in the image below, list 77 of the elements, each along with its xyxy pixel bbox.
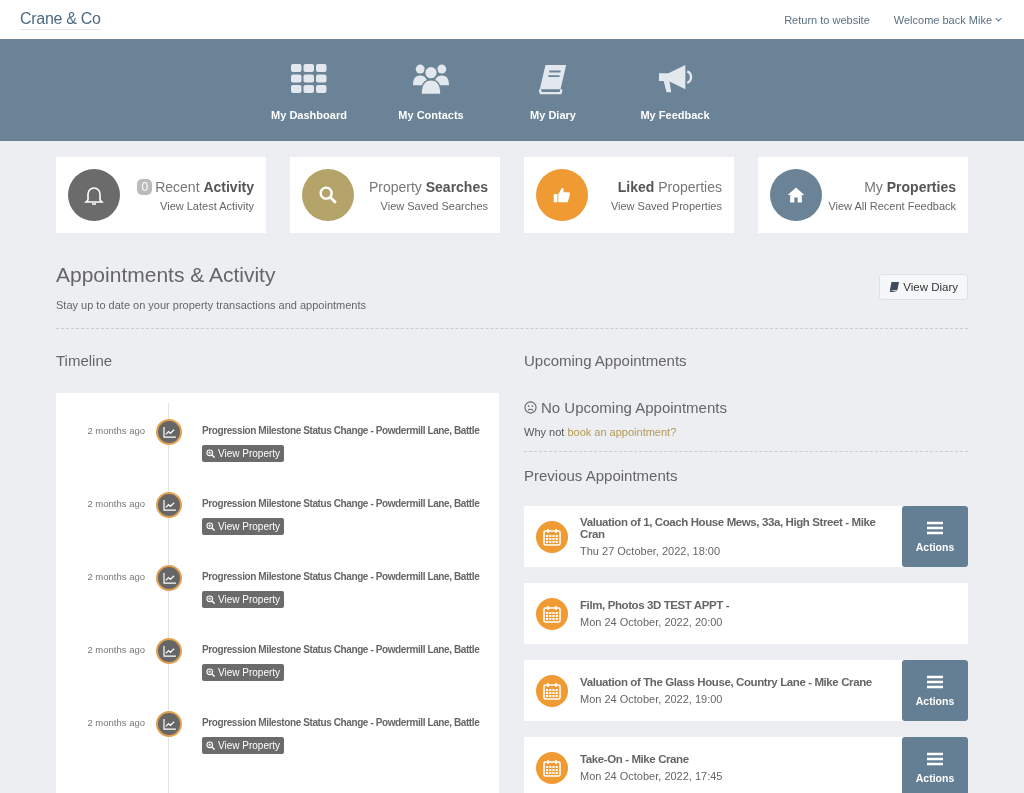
zoom-icon bbox=[206, 668, 215, 677]
timestamp: 2 months ago bbox=[86, 497, 145, 509]
timestamp: 2 months ago bbox=[86, 570, 145, 582]
menu-icon bbox=[927, 674, 943, 689]
count-badge: 0 bbox=[137, 178, 153, 195]
appointment-title: Valuation of 1, Coach House Mews, 33a, High Street - Mike Cran bbox=[580, 516, 877, 540]
card-title: Property Searches bbox=[368, 178, 488, 195]
card-subtitle: View All Recent Feedback bbox=[828, 199, 956, 212]
stat-card[interactable]: Liked Properties View Saved Properties bbox=[524, 157, 734, 233]
caret-icon bbox=[995, 17, 1002, 22]
nav-item[interactable]: My Feedback bbox=[631, 39, 719, 141]
nav-item[interactable]: My Diary bbox=[509, 39, 597, 141]
card-subtitle: View Saved Properties bbox=[610, 199, 722, 212]
appointment-title: Take-On - Mike Crane bbox=[580, 753, 690, 765]
calendar-icon bbox=[536, 674, 568, 707]
previous-heading: Previous Appointments bbox=[524, 467, 679, 484]
calendar-icon bbox=[536, 520, 568, 553]
view-property-button[interactable]: View Property bbox=[202, 664, 285, 681]
timestamp: 2 months ago bbox=[86, 424, 145, 436]
card-title: My Properties bbox=[864, 178, 956, 195]
logo[interactable]: Crane & Co bbox=[20, 9, 101, 30]
stat-card[interactable]: Property Searches View Saved Searches bbox=[290, 157, 500, 233]
zoom-icon bbox=[206, 449, 215, 458]
card-title: Liked Properties bbox=[617, 178, 722, 195]
timestamp: 2 months ago bbox=[86, 716, 145, 728]
prompt-text: Why not bbox=[524, 426, 565, 438]
chart-icon bbox=[156, 492, 182, 518]
card-title: Recent Activity bbox=[155, 178, 254, 195]
stat-card[interactable]: My Properties View All Recent Feedback bbox=[758, 157, 968, 233]
chart-icon bbox=[156, 711, 182, 737]
upcoming-heading: Upcoming Appointments bbox=[524, 352, 688, 369]
timeline-title: Progression Milestone Status Change - Powdermill Lane, Battle bbox=[202, 498, 480, 509]
timeline-title: Progression Milestone Status Change - Powdermill Lane, Battle bbox=[202, 717, 480, 728]
menu-icon bbox=[927, 751, 943, 766]
section-subtitle: Stay up to date on your property transactions and appointments bbox=[56, 299, 367, 311]
appointment-date: Thu 27 October, 2022, 18:00 bbox=[580, 545, 722, 557]
zoom-icon bbox=[206, 741, 215, 750]
appointment-date: Mon 24 October, 2022, 20:00 bbox=[580, 616, 724, 628]
actions-button[interactable]: Actions bbox=[902, 660, 968, 721]
timeline-title: Progression Milestone Status Change - Powdermill Lane, Battle bbox=[202, 425, 480, 436]
section-title: Appointments & Activity bbox=[56, 263, 277, 287]
sad-face-icon bbox=[524, 401, 537, 414]
view-property-button[interactable]: View Property bbox=[202, 445, 285, 462]
timeline-heading: Timeline bbox=[56, 352, 114, 369]
card-subtitle: View Saved Searches bbox=[380, 199, 488, 212]
actions-button[interactable]: Actions bbox=[902, 506, 968, 567]
book-icon bbox=[889, 282, 900, 292]
empty-message: No Upcoming Appointments bbox=[541, 399, 727, 416]
card-subtitle: View Latest Activity bbox=[160, 199, 254, 212]
grid-icon bbox=[291, 63, 327, 95]
nav-item[interactable]: My Dashboard bbox=[265, 39, 353, 141]
appointment-date: Mon 24 October, 2022, 19:00 bbox=[580, 693, 724, 705]
appointment-title: Film, Photos 3D TEST APPT - bbox=[580, 599, 731, 611]
view-property-button[interactable]: View Property bbox=[202, 737, 285, 754]
chart-icon bbox=[156, 419, 182, 445]
calendar-icon bbox=[536, 597, 568, 630]
timestamp: 2 months ago bbox=[86, 643, 145, 655]
user-menu[interactable]: Welcome back Mike bbox=[893, 13, 1002, 26]
zoom-icon bbox=[206, 595, 215, 604]
timeline-title: Progression Milestone Status Change - Powdermill Lane, Battle bbox=[202, 644, 480, 655]
megaphone-icon bbox=[657, 63, 693, 95]
view-property-button[interactable]: View Property bbox=[202, 591, 285, 608]
return-link[interactable]: Return to website bbox=[784, 13, 870, 26]
appointment-title: Valuation of The Glass House, Country Lane - Mike Crane bbox=[580, 676, 873, 688]
timeline-title: Progression Milestone Status Change - Powdermill Lane, Battle bbox=[202, 571, 480, 582]
view-diary-button[interactable]: View Diary bbox=[879, 274, 968, 300]
nav-item[interactable]: My Contacts bbox=[387, 39, 475, 141]
menu-icon bbox=[927, 520, 943, 535]
stat-card[interactable]: 0 Recent Activity View Latest Activity bbox=[56, 157, 266, 233]
people-icon bbox=[413, 63, 449, 95]
appointment-date: Mon 24 October, 2022, 17:45 bbox=[580, 770, 724, 782]
view-property-button[interactable]: View Property bbox=[202, 518, 285, 535]
actions-button[interactable]: Actions bbox=[902, 737, 968, 793]
zoom-icon bbox=[206, 522, 215, 531]
calendar-icon bbox=[536, 751, 568, 784]
chart-icon bbox=[156, 638, 182, 664]
chart-icon bbox=[156, 565, 182, 591]
